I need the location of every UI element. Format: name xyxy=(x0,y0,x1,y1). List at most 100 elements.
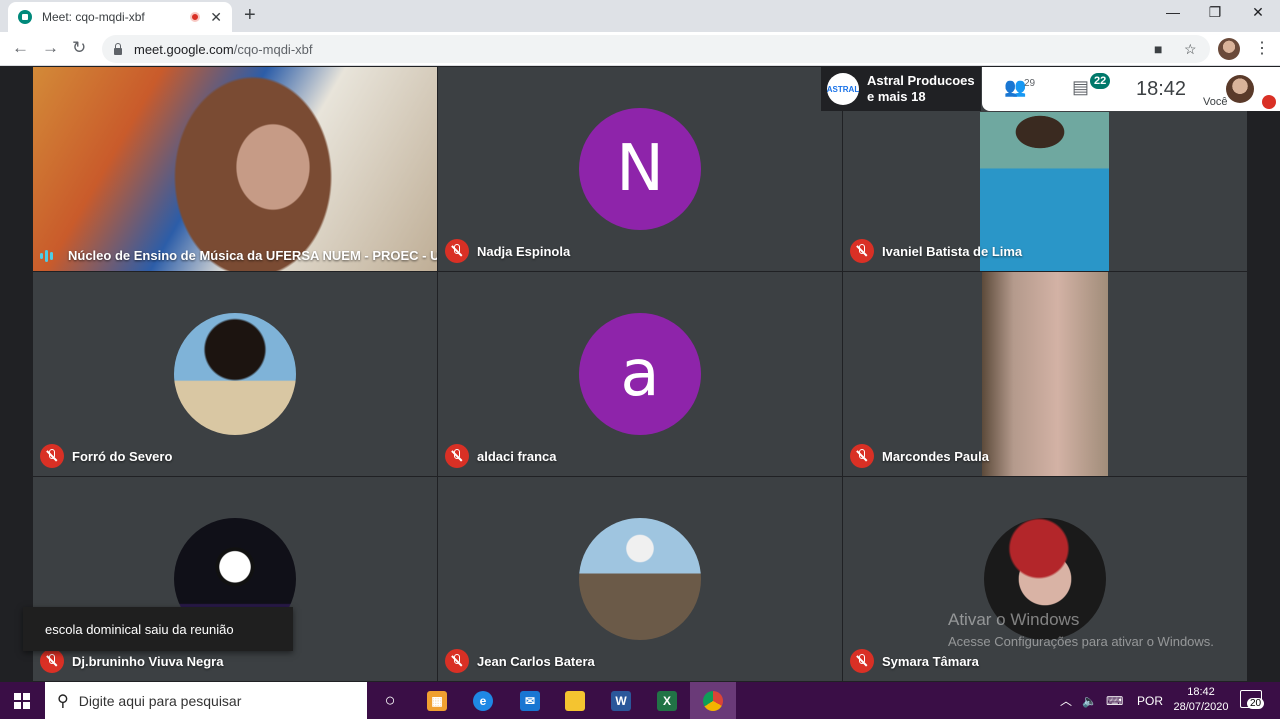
participant-tile[interactable]: Jean Carlos Batera xyxy=(438,477,842,681)
speaking-indicator-icon xyxy=(40,249,58,263)
language-indicator[interactable]: POR xyxy=(1137,682,1163,719)
presenter-others: e mais 18 xyxy=(867,89,926,104)
search-placeholder: Digite aqui para pesquisar xyxy=(78,692,242,709)
excel-icon[interactable]: X xyxy=(644,682,690,719)
presenter-logo: ASTRAL xyxy=(827,73,859,105)
participant-tile[interactable]: Núcleo de Ensino de Música da UFERSA NUE… xyxy=(33,67,437,271)
participant-nameplate: Nadja Espinola xyxy=(445,239,570,263)
mic-off-icon xyxy=(850,239,874,263)
participant-nameplate: Marcondes Paula xyxy=(850,444,989,468)
participant-avatar: a xyxy=(579,313,701,435)
cortana-icon[interactable]: ○ xyxy=(367,682,413,719)
watermark-title: Ativar o Windows xyxy=(948,610,1080,629)
taskbar-search[interactable]: ⚲ Digite aqui para pesquisar xyxy=(45,682,367,719)
search-icon: ⚲ xyxy=(57,692,69,710)
leave-notification: escola dominical saiu da reunião xyxy=(23,607,293,651)
self-mic-off-icon xyxy=(1262,95,1276,109)
self-label: Você xyxy=(1203,96,1228,108)
meeting-clock: 18:42 xyxy=(1136,78,1187,100)
notification-count: 20 xyxy=(1247,698,1265,709)
mic-off-icon xyxy=(445,444,469,468)
lock-icon xyxy=(114,42,122,55)
participant-video xyxy=(33,67,437,271)
edge-icon[interactable]: e xyxy=(460,682,506,719)
file-explorer-icon[interactable] xyxy=(552,682,598,719)
camera-icon[interactable]: ■ xyxy=(1154,41,1162,57)
reload-button[interactable]: ↻ xyxy=(72,38,86,58)
participant-name: Marcondes Paula xyxy=(882,448,989,464)
close-window-button[interactable]: ✕ xyxy=(1248,4,1268,21)
participant-avatar xyxy=(174,313,296,435)
forward-button[interactable]: → xyxy=(42,38,59,58)
word-icon[interactable]: W xyxy=(598,682,644,719)
browser-toolbar: ← → ↻ meet.google.com/cqo-mqdi-xbf ■ ☆ ⋮ xyxy=(0,32,1280,66)
chrome-icon[interactable] xyxy=(690,682,736,719)
taskbar-clock[interactable]: 18:42 28/07/2020 xyxy=(1166,685,1236,715)
participant-grid: Núcleo de Ensino de Música da UFERSA NUE… xyxy=(33,67,1248,682)
minimize-button[interactable]: — xyxy=(1163,4,1183,20)
close-tab-icon[interactable]: ✕ xyxy=(210,9,222,26)
mail-icon[interactable]: ✉ xyxy=(507,682,553,719)
participant-name: Dj.bruninho Viuva Negra xyxy=(72,653,224,669)
meet-favicon-icon xyxy=(18,10,32,24)
participant-avatar: N xyxy=(579,108,701,230)
mic-off-icon xyxy=(850,444,874,468)
mic-off-icon xyxy=(40,649,64,673)
mic-off-icon xyxy=(40,444,64,468)
browser-tab-meet[interactable]: Meet: cqo-mqdi-xbf ✕ xyxy=(8,2,232,32)
mic-off-icon xyxy=(850,649,874,673)
windows-logo-icon xyxy=(14,692,30,709)
bookmark-star-icon[interactable]: ☆ xyxy=(1184,41,1197,58)
participant-tile[interactable]: Symara Tâmara xyxy=(843,477,1247,681)
participant-nameplate: Dj.bruninho Viuva Negra xyxy=(40,649,223,673)
new-tab-button[interactable]: + xyxy=(244,4,256,27)
mic-off-icon xyxy=(445,649,469,673)
chat-icon[interactable]: ▤ xyxy=(1072,77,1089,98)
participant-name: aldaci franca xyxy=(477,448,557,464)
volume-icon[interactable]: 🔈 xyxy=(1082,682,1097,719)
address-bar[interactable]: meet.google.com/cqo-mqdi-xbf ■ ☆ xyxy=(102,35,1210,63)
presenter-name: Astral Producoes xyxy=(867,73,975,88)
participant-nameplate: aldaci franca xyxy=(445,444,557,468)
windows-taskbar: ⚲ Digite aqui para pesquisar ○ ▦ e ✉ W X… xyxy=(0,682,1280,719)
participant-name: Forró do Severo xyxy=(72,448,173,464)
back-button[interactable]: ← xyxy=(12,38,29,58)
store-icon[interactable]: ▦ xyxy=(414,682,460,719)
watermark-subtitle: Acesse Configurações para ativar o Windo… xyxy=(948,634,1214,649)
participant-tile[interactable]: Marcondes Paula xyxy=(843,272,1247,476)
participant-nameplate: Jean Carlos Batera xyxy=(445,649,595,673)
tab-title: Meet: cqo-mqdi-xbf xyxy=(42,10,145,24)
browser-menu-icon[interactable]: ⋮ xyxy=(1254,38,1270,58)
participant-name: Nadja Espinola xyxy=(477,243,571,259)
participant-name: Symara Tâmara xyxy=(882,653,979,669)
participant-name: Núcleo de Ensino de Música da UFERSA NUE… xyxy=(68,248,437,263)
participant-name: Jean Carlos Batera xyxy=(477,653,595,669)
participant-tile[interactable]: a aldaci franca xyxy=(438,272,842,476)
participant-tile[interactable]: N Nadja Espinola xyxy=(438,67,842,271)
presenter-text: Astral Producoes e mais 18 xyxy=(867,73,975,105)
participant-avatar xyxy=(579,518,701,640)
participant-video xyxy=(982,272,1108,476)
tray-chevron-icon[interactable]: ︿ xyxy=(1060,682,1072,719)
participant-nameplate: Forró do Severo xyxy=(40,444,172,468)
participant-nameplate: Ivaniel Batista de Lima xyxy=(850,239,1022,263)
participant-nameplate: Symara Tâmara xyxy=(850,649,979,673)
url-text: meet.google.com/cqo-mqdi-xbf xyxy=(134,41,313,57)
participant-nameplate: Núcleo de Ensino de Música da UFERSA NUE… xyxy=(40,248,437,263)
mic-off-icon xyxy=(445,239,469,263)
taskbar-date: 28/07/2020 xyxy=(1173,701,1229,713)
profile-avatar[interactable] xyxy=(1218,38,1240,60)
browser-tabstrip: Meet: cqo-mqdi-xbf ✕ + — ❐ ✕ xyxy=(0,0,1280,32)
restore-button[interactable]: ❐ xyxy=(1205,4,1225,21)
self-avatar[interactable] xyxy=(1226,75,1254,103)
participant-tile[interactable]: Forró do Severo xyxy=(33,272,437,476)
recording-indicator-icon xyxy=(190,12,201,22)
windows-activation-watermark: Ativar o Windows Acesse Configurações pa… xyxy=(948,610,1214,649)
chat-badge: 22 xyxy=(1090,73,1111,89)
participant-name: Ivaniel Batista de Lima xyxy=(882,243,1023,259)
start-button[interactable] xyxy=(0,682,44,719)
keyboard-icon[interactable]: ⌨ xyxy=(1106,682,1123,719)
taskbar-time: 18:42 xyxy=(1187,686,1215,698)
presenter-chip[interactable]: ASTRAL Astral Producoes e mais 18 xyxy=(821,67,981,111)
people-count: 29 xyxy=(1024,78,1036,89)
